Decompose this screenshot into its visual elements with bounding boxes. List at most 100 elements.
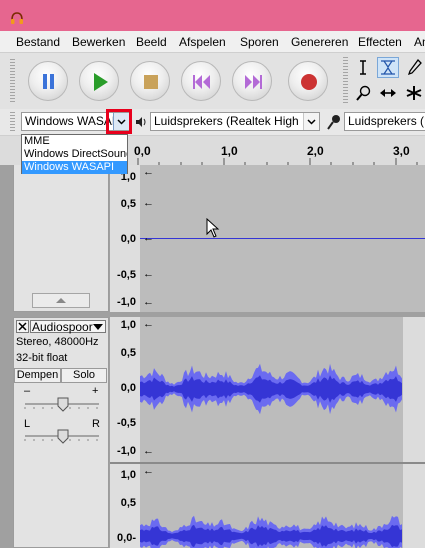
pan-slider[interactable] [22, 428, 102, 444]
mute-button[interactable]: Dempen [14, 368, 61, 383]
ruler-label: 0,5 [120, 497, 136, 509]
zero-line [140, 238, 425, 239]
menu-sporen[interactable]: Sporen [240, 35, 279, 49]
device-toolbar: Windows WASAPI Luidsprekers (Realtek Hig… [0, 109, 425, 136]
stop-button[interactable] [130, 61, 170, 101]
menu-genereren[interactable]: Genereren [291, 35, 348, 49]
tracks-area: 1,0 0,5 0,0 -0,5 -1,0 ← ← ← ← ← Audiospo… [0, 165, 425, 548]
microphone-icon [327, 115, 340, 130]
track2-left-channel-tail [403, 317, 425, 462]
highlight-box [106, 109, 132, 134]
skip-to-end-button[interactable] [232, 61, 272, 101]
tools-grip[interactable] [343, 57, 348, 105]
track1-waveform[interactable]: ← ← ← ← ← [140, 165, 425, 312]
menu-bar: Bestand Bewerken Beeld Afspelen Sporen G… [0, 31, 425, 52]
menu-bewerken[interactable]: Bewerken [72, 35, 125, 49]
arrow-icon: ← [143, 318, 154, 330]
multi-tool-button[interactable] [403, 83, 425, 104]
arrow-icon: ← [143, 296, 154, 308]
ruler-label: 0,5 [120, 347, 136, 359]
waveform-right [140, 515, 402, 548]
menu-analyse[interactable]: An [414, 35, 425, 49]
ruler-label: 0,0- [117, 532, 136, 544]
menu-beeld[interactable]: Beeld [136, 35, 167, 49]
track2-right-channel[interactable]: ← [140, 464, 403, 548]
host-option-wasapi[interactable]: Windows WASAPI [22, 161, 127, 174]
arrow-icon: ← [143, 445, 154, 457]
track-rate-info: Stereo, 48000Hz [16, 336, 99, 348]
time-tick: 3,0 [393, 144, 410, 158]
time-shift-tool-button[interactable] [377, 83, 399, 104]
close-icon [18, 322, 27, 331]
arrow-icon: ← [143, 197, 154, 209]
playback-dropdown-button[interactable] [303, 113, 319, 130]
track1-vertical-ruler: 1,0 0,5 0,0 -0,5 -1,0 [110, 165, 140, 312]
track-name: Audiospoor [32, 320, 93, 334]
triangle-up-icon [56, 298, 66, 303]
recording-device-select[interactable]: Luidsprekers (Realte [344, 112, 425, 131]
title-bar [0, 0, 425, 31]
time-tick: 1,0 [221, 144, 238, 158]
chevron-down-icon [307, 119, 316, 125]
close-track-button[interactable] [16, 320, 29, 333]
ruler-label: -0,5 [117, 269, 136, 281]
arrow-icon: ← [143, 268, 154, 280]
ruler-label: -0,5 [117, 417, 136, 429]
transport-toolbar [0, 52, 425, 110]
waveform-left [140, 363, 402, 415]
track1-control-panel[interactable] [13, 165, 109, 312]
mouse-cursor-icon [206, 218, 220, 238]
track2-right-channel-tail [403, 464, 425, 548]
record-button[interactable] [288, 61, 328, 101]
menu-bestand[interactable]: Bestand [16, 35, 60, 49]
skip-to-end-icon [245, 75, 262, 89]
arrow-icon: ← [143, 232, 154, 244]
magnifier-icon [356, 85, 371, 101]
collapse-track-button[interactable] [32, 293, 90, 308]
speaker-icon [136, 117, 146, 127]
solo-button[interactable]: Solo [61, 368, 107, 383]
zoom-tool-button[interactable] [352, 83, 374, 104]
pencil-icon [407, 59, 422, 76]
play-button[interactable] [79, 61, 119, 101]
ruler-label: 1,0 [120, 319, 136, 331]
time-ruler-ticks [137, 158, 418, 165]
menu-afspelen[interactable]: Afspelen [179, 35, 226, 49]
host-option-directsound[interactable]: Windows DirectSound [22, 148, 127, 161]
selection-tool-button[interactable] [352, 57, 374, 78]
host-option-mme[interactable]: MME [22, 135, 127, 148]
track-format-info: 32-bit float [16, 352, 68, 364]
ruler-label: -1,0 [117, 296, 136, 308]
track2-vertical-ruler: 1,0 0,5 0,0 -0,5 -1,0 1,0 0,5 0,0- [110, 317, 140, 548]
time-tick: 2,0 [307, 144, 324, 158]
gain-slider[interactable] [22, 396, 102, 412]
audio-host-dropdown-list: MME Windows DirectSound Windows WASAPI [21, 134, 128, 174]
menu-effecten[interactable]: Effecten [358, 35, 402, 49]
play-icon [94, 73, 108, 91]
audacity-logo-icon [11, 12, 23, 24]
arrow-icon: ← [143, 465, 154, 477]
skip-to-start-button[interactable] [181, 61, 221, 101]
envelope-tool-button[interactable] [377, 57, 399, 78]
ruler-label: 1,0 [120, 469, 136, 481]
track2-control-panel: Audiospoor Stereo, 48000Hz 32-bit float … [13, 317, 109, 548]
skip-to-start-icon [193, 75, 210, 89]
stop-icon [144, 75, 158, 89]
draw-tool-button[interactable] [403, 57, 425, 78]
envelope-icon [381, 60, 395, 75]
i-beam-icon [360, 60, 366, 75]
ruler-label: 0,5 [120, 198, 136, 210]
asterisk-icon [406, 86, 422, 100]
playback-device-value: Luidsprekers (Realtek High Def [154, 114, 320, 128]
playback-device-select[interactable]: Luidsprekers (Realtek High Def [150, 112, 320, 131]
arrow-icon: ← [143, 166, 154, 178]
track2-left-channel[interactable]: ← ← [140, 317, 403, 462]
device-toolbar-grip[interactable] [10, 112, 15, 132]
pause-icon [43, 74, 54, 89]
record-icon [301, 74, 317, 90]
pause-button[interactable] [28, 61, 68, 101]
time-tick: 0,0 [134, 144, 151, 158]
track-menu-button[interactable]: Audiospoor [30, 320, 106, 334]
toolbar-grip[interactable] [10, 59, 15, 103]
ruler-label: -1,0 [117, 445, 136, 457]
